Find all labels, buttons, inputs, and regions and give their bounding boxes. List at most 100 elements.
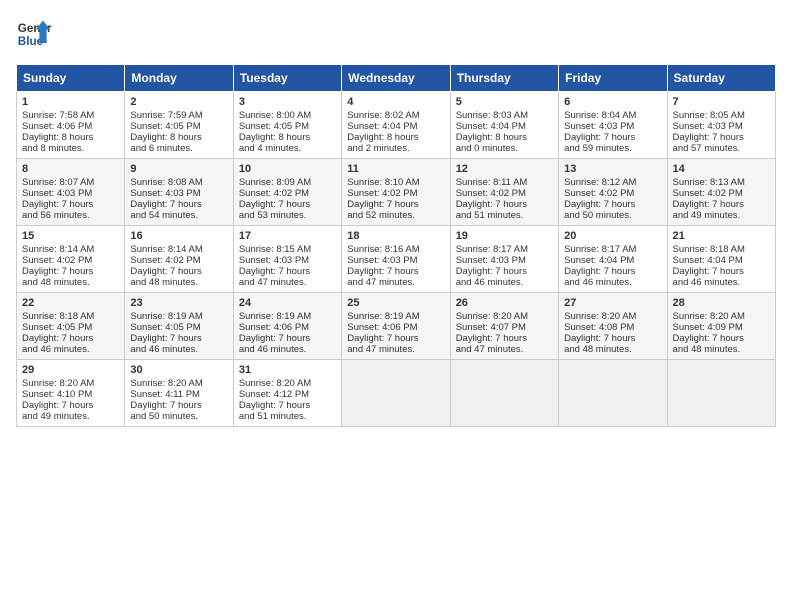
day-info-line: Sunset: 4:06 PM xyxy=(347,322,444,333)
day-info-line: Sunrise: 8:20 AM xyxy=(673,311,770,322)
day-info-line: Sunset: 4:09 PM xyxy=(673,322,770,333)
day-info-line: Sunset: 4:02 PM xyxy=(673,188,770,199)
day-info-line: and 49 minutes. xyxy=(673,210,770,221)
day-number: 4 xyxy=(347,96,444,108)
day-info-line: and 54 minutes. xyxy=(130,210,227,221)
day-info-line: Sunrise: 7:58 AM xyxy=(22,110,119,121)
calendar-week-5: 29Sunrise: 8:20 AMSunset: 4:10 PMDayligh… xyxy=(17,360,776,427)
day-info-line: Sunset: 4:03 PM xyxy=(239,255,336,266)
day-info-line: Sunrise: 8:19 AM xyxy=(130,311,227,322)
day-info-line: and 47 minutes. xyxy=(456,344,553,355)
calendar-cell: 7Sunrise: 8:05 AMSunset: 4:03 PMDaylight… xyxy=(667,92,775,159)
day-info-line: and 4 minutes. xyxy=(239,143,336,154)
calendar-cell: 4Sunrise: 8:02 AMSunset: 4:04 PMDaylight… xyxy=(342,92,450,159)
day-info-line: Sunrise: 8:03 AM xyxy=(456,110,553,121)
day-info-line: Daylight: 7 hours xyxy=(564,132,661,143)
day-info-line: Sunset: 4:11 PM xyxy=(130,389,227,400)
day-info-line: and 48 minutes. xyxy=(673,344,770,355)
day-number: 25 xyxy=(347,297,444,309)
day-number: 23 xyxy=(130,297,227,309)
day-info-line: Sunset: 4:06 PM xyxy=(239,322,336,333)
calendar-cell: 1 Sunrise: 7:58 AMSunset: 4:06 PMDaylight… xyxy=(17,92,125,159)
day-info-line: Sunset: 4:03 PM xyxy=(130,188,227,199)
day-info-line: and 2 minutes. xyxy=(347,143,444,154)
calendar-cell: 6Sunrise: 8:04 AMSunset: 4:03 PMDaylight… xyxy=(559,92,667,159)
day-info-line: Daylight: 7 hours xyxy=(456,199,553,210)
day-info-line: Sunrise: 8:19 AM xyxy=(347,311,444,322)
day-info-line: and 46 minutes. xyxy=(22,344,119,355)
calendar-cell: 21Sunrise: 8:18 AMSunset: 4:04 PMDayligh… xyxy=(667,226,775,293)
day-info-line: Sunrise: 8:18 AM xyxy=(673,244,770,255)
calendar-cell: 5Sunrise: 8:03 AMSunset: 4:04 PMDaylight… xyxy=(450,92,558,159)
day-info-line: Sunset: 4:02 PM xyxy=(22,255,119,266)
day-info-line: Sunset: 4:03 PM xyxy=(22,188,119,199)
day-number: 31 xyxy=(239,364,336,376)
day-info-line: Sunset: 4:04 PM xyxy=(456,121,553,132)
day-number: 28 xyxy=(673,297,770,309)
day-info-line: and 48 minutes. xyxy=(22,277,119,288)
day-info-line: Daylight: 7 hours xyxy=(673,266,770,277)
day-info-line: and 53 minutes. xyxy=(239,210,336,221)
day-info-line: and 8 minutes. xyxy=(22,143,119,154)
calendar-cell: 28Sunrise: 8:20 AMSunset: 4:09 PMDayligh… xyxy=(667,293,775,360)
calendar-cell: 27Sunrise: 8:20 AMSunset: 4:08 PMDayligh… xyxy=(559,293,667,360)
day-info-line: and 46 minutes. xyxy=(130,344,227,355)
day-number: 27 xyxy=(564,297,661,309)
day-number: 13 xyxy=(564,163,661,175)
day-number: 30 xyxy=(130,364,227,376)
calendar-cell xyxy=(450,360,558,427)
day-info-line: Daylight: 7 hours xyxy=(130,333,227,344)
day-number: 7 xyxy=(673,96,770,108)
day-info-line: Daylight: 8 hours xyxy=(239,132,336,143)
day-number: 17 xyxy=(239,230,336,242)
day-info-line: Sunrise: 8:17 AM xyxy=(564,244,661,255)
day-info-line: Sunset: 4:05 PM xyxy=(130,322,227,333)
day-info-line: Daylight: 7 hours xyxy=(130,199,227,210)
day-info-line: and 46 minutes. xyxy=(456,277,553,288)
calendar-week-4: 22Sunrise: 8:18 AMSunset: 4:05 PMDayligh… xyxy=(17,293,776,360)
day-info-line: Sunrise: 8:14 AM xyxy=(130,244,227,255)
day-info-line: Sunset: 4:02 PM xyxy=(564,188,661,199)
day-info-line: Daylight: 7 hours xyxy=(239,266,336,277)
day-info-line: Daylight: 7 hours xyxy=(239,199,336,210)
calendar-cell: 26Sunrise: 8:20 AMSunset: 4:07 PMDayligh… xyxy=(450,293,558,360)
day-info-line: and 47 minutes. xyxy=(347,344,444,355)
calendar-cell: 24Sunrise: 8:19 AMSunset: 4:06 PMDayligh… xyxy=(233,293,341,360)
calendar-cell: 15Sunrise: 8:14 AMSunset: 4:02 PMDayligh… xyxy=(17,226,125,293)
calendar-week-2: 8Sunrise: 8:07 AMSunset: 4:03 PMDaylight… xyxy=(17,159,776,226)
day-info-line: Daylight: 8 hours xyxy=(22,132,119,143)
day-info-line: Sunrise: 8:13 AM xyxy=(673,177,770,188)
day-info-line: Sunset: 4:05 PM xyxy=(239,121,336,132)
logo: General Blue xyxy=(16,16,52,52)
day-info-line: Sunrise: 8:16 AM xyxy=(347,244,444,255)
day-info-line: Daylight: 7 hours xyxy=(673,132,770,143)
day-number: 14 xyxy=(673,163,770,175)
calendar-cell: 9Sunrise: 8:08 AMSunset: 4:03 PMDaylight… xyxy=(125,159,233,226)
day-number: 20 xyxy=(564,230,661,242)
day-info-line: Daylight: 7 hours xyxy=(347,333,444,344)
calendar-cell: 11Sunrise: 8:10 AMSunset: 4:02 PMDayligh… xyxy=(342,159,450,226)
day-info-line: Sunset: 4:12 PM xyxy=(239,389,336,400)
day-info-line: Sunrise: 8:20 AM xyxy=(456,311,553,322)
day-info-line: Daylight: 7 hours xyxy=(130,266,227,277)
calendar-cell: 23 Sunrise: 8:19 AMSunset: 4:05 PMDayligh… xyxy=(125,293,233,360)
day-info-line: Sunset: 4:06 PM xyxy=(22,121,119,132)
day-header-thursday: Thursday xyxy=(450,65,558,92)
day-info-line: Sunrise: 8:20 AM xyxy=(564,311,661,322)
logo-icon: General Blue xyxy=(16,16,52,52)
day-info-line: Sunrise: 8:00 AM xyxy=(239,110,336,121)
day-number: 2 xyxy=(130,96,227,108)
day-info-line: and 47 minutes. xyxy=(239,277,336,288)
day-info-line: and 48 minutes. xyxy=(130,277,227,288)
day-info-line: Sunrise: 8:20 AM xyxy=(130,378,227,389)
day-header-sunday: Sunday xyxy=(17,65,125,92)
calendar-cell: 10Sunrise: 8:09 AMSunset: 4:02 PMDayligh… xyxy=(233,159,341,226)
day-info-line: and 51 minutes. xyxy=(239,411,336,422)
day-number: 11 xyxy=(347,163,444,175)
day-info-line: and 46 minutes. xyxy=(239,344,336,355)
calendar-cell: 19Sunrise: 8:17 AMSunset: 4:03 PMDayligh… xyxy=(450,226,558,293)
calendar-cell: 29Sunrise: 8:20 AMSunset: 4:10 PMDayligh… xyxy=(17,360,125,427)
day-info-line: Sunset: 4:03 PM xyxy=(456,255,553,266)
day-number: 1 xyxy=(22,96,119,108)
day-info-line: Daylight: 7 hours xyxy=(22,266,119,277)
